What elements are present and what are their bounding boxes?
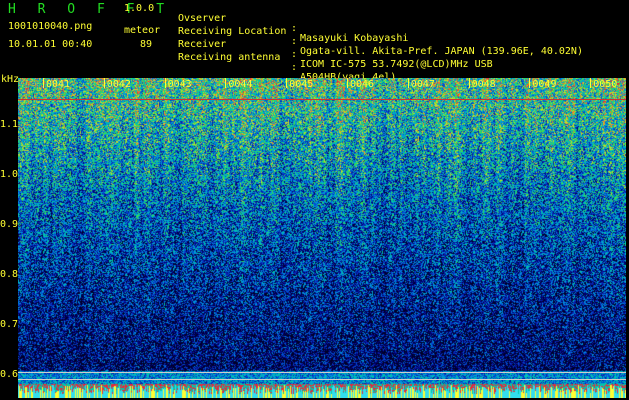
time-tick-label: 0046 <box>350 79 375 90</box>
observer-value: Masayuki Kobayashi <box>300 33 409 44</box>
colon: : <box>291 36 298 47</box>
y-tick-label: 1.0 <box>0 169 19 180</box>
time-tick-mark <box>529 78 531 88</box>
filename-label: 1001010040.png <box>8 21 93 32</box>
mode-label: meteor <box>124 25 161 36</box>
time-tick-mark <box>103 78 105 88</box>
version-label: 1.0.0 <box>124 3 155 14</box>
time-tick-label: 0048 <box>471 79 496 90</box>
time-tick-label: 0045 <box>289 79 314 90</box>
time-tick-label: 0041 <box>46 79 71 90</box>
datetime-label: 10.01.01 00:40 <box>8 39 93 50</box>
time-tick-mark <box>164 78 166 88</box>
location-value: Ogata-vill. Akita-Pref. JAPAN (139.96E, … <box>300 46 583 57</box>
count-label: 89 <box>140 39 153 50</box>
colon: : <box>291 49 298 60</box>
unit-label: kHz <box>1 74 20 85</box>
time-axis: 0041 0042 0043 0044 0045 0046 0047 0048 0049 0050 <box>18 78 626 92</box>
y-tick-label: 1.1 <box>0 119 19 130</box>
time-tick-label: 0044 <box>228 79 253 90</box>
y-tick-label: 0.7 <box>0 319 19 330</box>
reference-line-top <box>18 99 626 100</box>
time-tick-mark <box>590 78 592 88</box>
y-tick-label: 0.8 <box>0 269 19 280</box>
time-tick-mark <box>407 78 409 88</box>
antenna-label: Receiving antenna <box>178 52 281 63</box>
time-tick-label: 0047 <box>410 79 435 90</box>
colon: : <box>291 23 298 34</box>
spectrogram-canvas <box>18 78 626 398</box>
time-tick-mark <box>468 78 470 88</box>
receiver-value: ICOM IC-575 53.7492(@LCD)MHz USB <box>300 59 493 70</box>
reference-line-bottom <box>18 379 626 380</box>
time-tick-mark <box>43 78 44 88</box>
time-tick-label: 0043 <box>167 79 192 90</box>
time-tick-label: 0042 <box>106 79 131 90</box>
time-tick-label: 0050 <box>593 79 618 90</box>
time-tick-label: 0049 <box>532 79 557 90</box>
time-tick-mark <box>225 78 227 88</box>
spectrogram-display <box>18 78 626 398</box>
y-tick-label: 0.6 <box>0 369 19 380</box>
reference-line-low <box>18 372 626 373</box>
time-tick-mark <box>286 78 288 88</box>
y-tick-label: 0.9 <box>0 219 19 230</box>
time-tick-mark <box>347 78 348 88</box>
colon: : <box>291 62 298 73</box>
